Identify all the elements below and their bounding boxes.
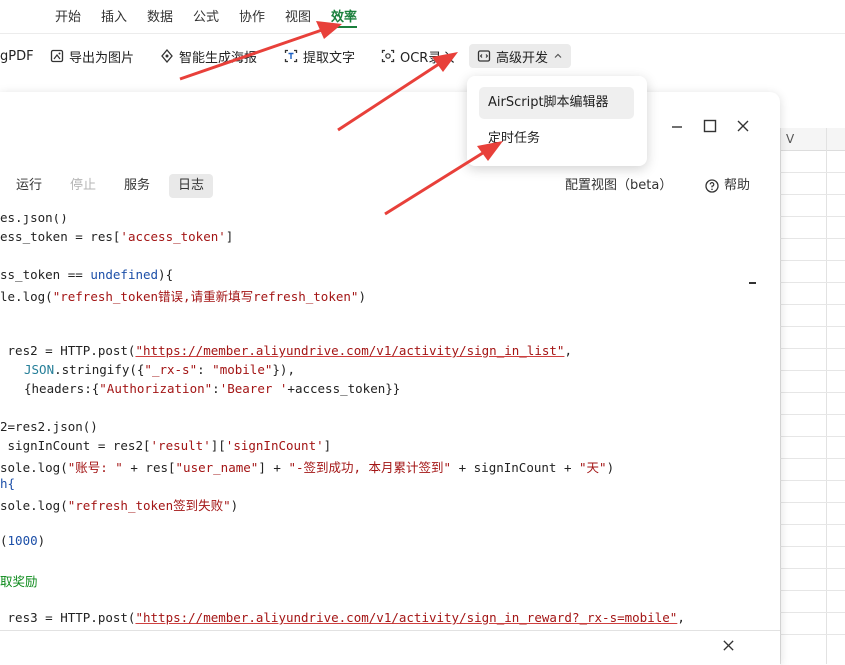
code-line: le.log("refresh_token错误,请重新填写refresh_tok… [0, 289, 366, 304]
grid-line [826, 128, 827, 664]
advanced-dev-button[interactable]: 高级开发 [469, 44, 572, 68]
grid-line [780, 436, 845, 437]
code-line: (1000) [0, 533, 46, 548]
menu-divider [0, 33, 845, 34]
code-line: sole.log("refresh_token签到失败") [0, 498, 239, 513]
grid-line [780, 568, 845, 569]
export-image-icon [50, 49, 64, 63]
grid-line [780, 392, 845, 393]
advanced-dev-dropdown: AirScript脚本编辑器 定时任务 [467, 76, 647, 166]
grid-line [780, 172, 845, 173]
poster-icon [161, 49, 173, 63]
help-label: 帮助 [724, 178, 751, 193]
grid-line [780, 238, 845, 239]
menu-start[interactable]: 开始 [55, 6, 81, 25]
code-line: res3 = HTTP.post("https://member.aliyund… [0, 610, 685, 625]
help-icon [705, 179, 719, 193]
export-image-label: 导出为图片 [69, 50, 135, 66]
code-line: sole.log("账号: " + res["user_name"] + "-签… [0, 460, 615, 475]
grid-line [780, 194, 845, 195]
menu-data[interactable]: 数据 [147, 6, 173, 25]
scrollbar-marker [749, 282, 756, 284]
code-line: 2=res2.json() [0, 419, 98, 434]
airscript-editor-window: 运行 停止 服务 日志 配置视图（beta） 帮助 es.json() ess_… [0, 92, 780, 665]
ocr-input-label: OCR录入 [400, 50, 455, 66]
ocr-scan-icon [381, 49, 395, 63]
code-line: signInCount = res2['result']['signInCoun… [0, 438, 332, 453]
smart-poster-button[interactable]: 智能生成海报 [160, 44, 257, 68]
minimize-icon[interactable] [670, 120, 684, 134]
log-panel-header [0, 630, 780, 665]
code-line: JSON.stringify({"_rx-s": "mobile"}), [24, 362, 295, 377]
to-pdf-button[interactable]: gPDF [0, 44, 34, 68]
advanced-dev-label: 高级开发 [496, 50, 549, 66]
grid-line [780, 414, 845, 415]
column-header-v[interactable]: V [786, 132, 794, 146]
grid-line [780, 502, 845, 503]
ocr-input-button[interactable]: OCR录入 [381, 44, 454, 68]
extract-text-icon [284, 49, 298, 63]
extract-text-button[interactable]: 提取文字 [284, 44, 355, 68]
grid-line [780, 634, 845, 635]
grid-line [780, 370, 845, 371]
menu-efficiency[interactable]: 效率 [331, 6, 357, 25]
scheduled-task-menu-item[interactable]: 定时任务 [479, 123, 634, 155]
grid-line [780, 128, 781, 664]
grid-line [780, 612, 845, 613]
close-log-icon[interactable] [722, 639, 735, 652]
code-line: es.json() [0, 214, 68, 225]
code-window-icon [477, 50, 491, 62]
code-comment-line: 取奖励 [0, 574, 38, 589]
log-tab[interactable]: 日志 [169, 174, 214, 198]
grid-line [780, 348, 845, 349]
grid-line [780, 216, 845, 217]
efficiency-toolbar: gPDF 导出为图片 智能生成海报 提取文字 OCR录入 高级开发 [0, 40, 845, 72]
maximize-icon[interactable] [703, 119, 717, 133]
code-line: ss_token == undefined){ [0, 267, 174, 282]
grid-line [780, 480, 845, 481]
stop-button[interactable]: 停止 [70, 174, 96, 198]
code-line: h{ [0, 476, 16, 491]
menu-formula[interactable]: 公式 [193, 6, 219, 25]
grid-line [780, 546, 845, 547]
grid-line [780, 326, 845, 327]
run-button[interactable]: 运行 [16, 174, 42, 198]
close-icon[interactable] [736, 119, 750, 133]
code-line: res2 = HTTP.post("https://member.aliyund… [0, 343, 572, 358]
menu-insert[interactable]: 插入 [101, 6, 127, 25]
to-pdf-label: gPDF [0, 48, 34, 64]
grid-line [780, 282, 845, 283]
grid-line [780, 260, 845, 261]
config-view-button[interactable]: 配置视图（beta） [565, 174, 672, 198]
chevron-up-icon [554, 53, 562, 58]
code-line: {headers:{"Authorization":'Bearer '+acce… [24, 381, 401, 396]
code-line: ess_token = res['access_token'] [0, 229, 234, 244]
menu-collaborate[interactable]: 协作 [239, 6, 265, 25]
code-editor[interactable]: es.json() ess_token = res['access_token'… [0, 214, 760, 634]
extract-text-label: 提取文字 [303, 50, 356, 66]
airscript-editor-menu-item[interactable]: AirScript脚本编辑器 [479, 87, 634, 119]
grid-line [780, 524, 845, 525]
grid-line [780, 590, 845, 591]
service-button[interactable]: 服务 [124, 174, 150, 198]
menu-view[interactable]: 视图 [285, 6, 311, 25]
grid-line [780, 458, 845, 459]
active-tab-indicator [331, 26, 357, 28]
grid-line [780, 304, 845, 305]
menu-bar: 开始 插入 数据 公式 协作 视图 效率 [0, 0, 845, 30]
editor-action-bar: 运行 停止 服务 日志 配置视图（beta） 帮助 [0, 170, 780, 200]
smart-poster-label: 智能生成海报 [179, 50, 258, 66]
help-button[interactable]: 帮助 [705, 174, 750, 198]
export-image-button[interactable]: 导出为图片 [50, 44, 134, 68]
